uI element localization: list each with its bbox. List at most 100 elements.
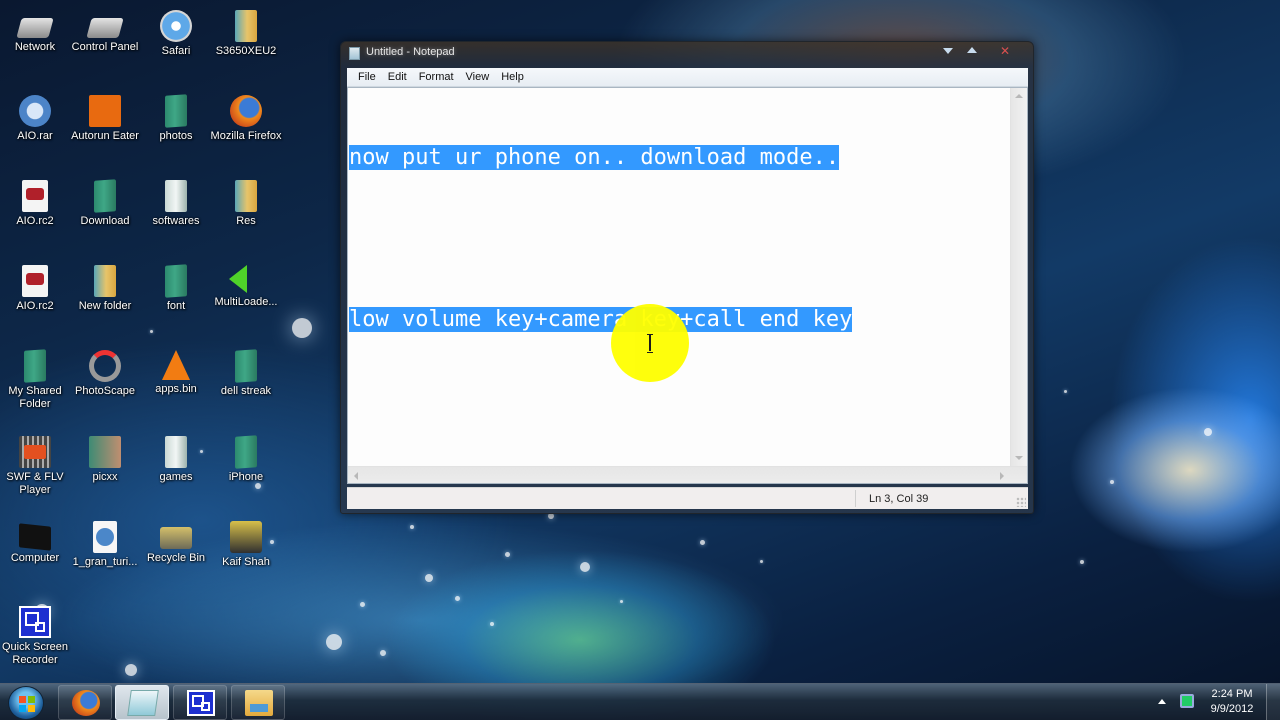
close-button[interactable] (997, 44, 1015, 59)
vlc-icon (162, 350, 190, 380)
desktop-icon-label: Download (80, 215, 130, 227)
title-bar[interactable]: Untitled - Notepad (341, 42, 1033, 65)
clock-date: 9/9/2012 (1210, 703, 1254, 715)
selected-text: now put ur phone on.. download mode.. (349, 145, 840, 170)
window-title: Untitled - Notepad (366, 46, 455, 58)
desktop-icon[interactable]: Control Panel (68, 10, 142, 54)
maximize-button[interactable] (963, 45, 981, 59)
desktop-icon[interactable]: My Shared Folder (0, 349, 72, 411)
desktop-icon[interactable]: dell streak (209, 349, 283, 398)
menu-edit[interactable]: Edit (383, 71, 412, 83)
desktop-icon[interactable]: iPhone (209, 435, 283, 484)
folder-icon (165, 436, 187, 468)
desktop-icon[interactable]: Quick Screen Recorder (0, 606, 72, 667)
menu-bar: File Edit Format View Help (347, 68, 1028, 87)
star (125, 664, 137, 676)
menu-format[interactable]: Format (414, 71, 459, 83)
text-area[interactable]: now put ur phone on.. download mode.. lo… (348, 88, 1010, 466)
text-line-1: now put ur phone on.. download mode.. (349, 144, 1010, 171)
desktop-icon[interactable]: softwares (139, 180, 213, 228)
menu-file[interactable]: File (353, 71, 381, 83)
folder-icon (235, 180, 257, 212)
desktop-icon[interactable]: MultiLoade... (209, 265, 283, 309)
vertical-scrollbar[interactable] (1010, 88, 1027, 466)
show-desktop-button[interactable] (1266, 684, 1280, 720)
desktop-icon[interactable]: 1_gran_turi... (68, 521, 142, 569)
start-button[interactable] (8, 686, 44, 720)
network-tray-icon[interactable] (1180, 694, 1194, 708)
rc2-shortcut-icon (22, 265, 48, 297)
scroll-right-arrow-icon[interactable] (1000, 472, 1004, 480)
desktop-icon[interactable]: Autorun Eater (68, 95, 142, 143)
photoscape-icon (89, 350, 121, 382)
text-editor[interactable]: now put ur phone on.. download mode.. lo… (347, 87, 1028, 484)
ibeam-cursor-icon (647, 334, 653, 353)
desktop-icon[interactable]: AIO.rc2 (0, 265, 72, 313)
horizontal-scrollbar[interactable] (348, 466, 1027, 483)
desktop-icon[interactable]: photos (139, 94, 213, 143)
star (292, 318, 312, 338)
clock-time: 2:24 PM (1211, 688, 1253, 700)
desktop-icon[interactable]: PhotoScape (68, 350, 142, 398)
autorun-eater-icon (89, 95, 121, 127)
desktop-icon[interactable]: Network (0, 10, 72, 54)
notepad-icon (127, 690, 159, 716)
star (150, 330, 153, 333)
scroll-down-arrow-icon[interactable] (1015, 456, 1023, 460)
show-hidden-icons-button[interactable] (1158, 699, 1166, 704)
star (425, 574, 433, 582)
desktop-icon[interactable]: games (139, 436, 213, 484)
folder-icon (89, 436, 121, 468)
desktop-icon[interactable]: New folder (68, 265, 142, 313)
taskbar-firefox[interactable] (58, 685, 112, 720)
desktop-icon-label: SWF & FLV Player (6, 471, 64, 496)
desktop-icon[interactable]: Kaif Shah (209, 521, 283, 569)
menu-view[interactable]: View (461, 71, 495, 83)
desktop-icon-label: Autorun Eater (71, 130, 139, 142)
desktop-icon[interactable]: picxx (68, 436, 142, 484)
desktop-icon[interactable]: AIO.rar (0, 95, 72, 143)
desktop-icon[interactable]: Res (209, 180, 283, 228)
document-icon (93, 521, 117, 553)
clock[interactable]: 2:24 PM 9/9/2012 (1200, 687, 1264, 717)
minimize-button[interactable] (939, 45, 957, 59)
taskbar-windows-explorer[interactable] (231, 685, 285, 720)
selected-text: low volume key+camera key+call end key (349, 307, 853, 332)
quick-screen-recorder-icon (187, 690, 215, 716)
menu-help[interactable]: Help (496, 71, 529, 83)
taskbar-notepad[interactable] (115, 685, 169, 720)
folder-icon (165, 180, 187, 212)
taskbar: 2:24 PM 9/9/2012 (0, 683, 1280, 720)
desktop-icon[interactable]: AIO.rc2 (0, 180, 72, 228)
star (1204, 428, 1212, 436)
desktop-icon-label: AIO.rar (17, 130, 53, 142)
desktop-icon-label: photos (159, 130, 193, 142)
desktop-icon-label: Recycle Bin (146, 552, 206, 564)
notepad-window: Untitled - Notepad File Edit Format View… (340, 41, 1034, 514)
desktop-icon-label: Safari (161, 45, 191, 57)
rc2-file-icon (22, 180, 48, 212)
folder-icon (94, 179, 116, 213)
desktop-icon[interactable]: Mozilla Firefox (209, 95, 283, 143)
desktop-icon[interactable]: apps.bin (139, 350, 213, 396)
desktop-icon[interactable]: Recycle Bin (139, 521, 213, 565)
desktop-icon-label: 1_gran_turi... (72, 556, 138, 568)
status-divider (855, 490, 856, 507)
desktop-icon[interactable]: SWF & FLV Player (0, 436, 72, 497)
folder-icon (235, 10, 257, 42)
desktop-icon[interactable]: font (139, 264, 213, 313)
star (410, 525, 414, 529)
resize-grip-icon[interactable] (1016, 497, 1026, 507)
desktop-icon-label: Quick Screen Recorder (1, 641, 69, 666)
desktop-icon[interactable]: Safari (139, 10, 213, 58)
network-icon (16, 18, 54, 38)
scroll-left-arrow-icon[interactable] (354, 472, 358, 480)
desktop-icon-label: Mozilla Firefox (210, 130, 282, 142)
desktop-icon[interactable]: Download (68, 179, 142, 228)
taskbar-quick-screen-recorder[interactable] (173, 685, 227, 720)
notepad-app-icon[interactable] (349, 47, 360, 60)
text-line-2 (349, 225, 1010, 252)
scroll-up-arrow-icon[interactable] (1015, 94, 1023, 98)
desktop-icon[interactable]: Computer (0, 521, 72, 565)
desktop-icon[interactable]: S3650XEU2 (209, 10, 283, 58)
